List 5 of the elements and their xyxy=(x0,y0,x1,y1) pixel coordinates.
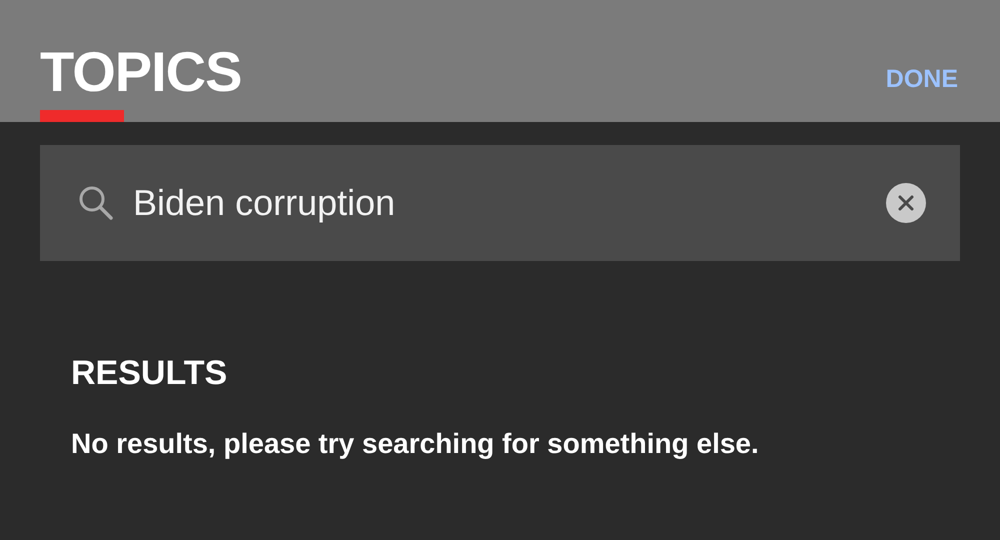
no-results-message: No results, please try searching for something else. xyxy=(71,430,760,458)
page-title: TOPICS xyxy=(40,44,242,100)
close-icon xyxy=(898,195,914,211)
search-field[interactable]: Biden corruption xyxy=(40,145,960,261)
results-heading: RESULTS xyxy=(71,356,228,390)
